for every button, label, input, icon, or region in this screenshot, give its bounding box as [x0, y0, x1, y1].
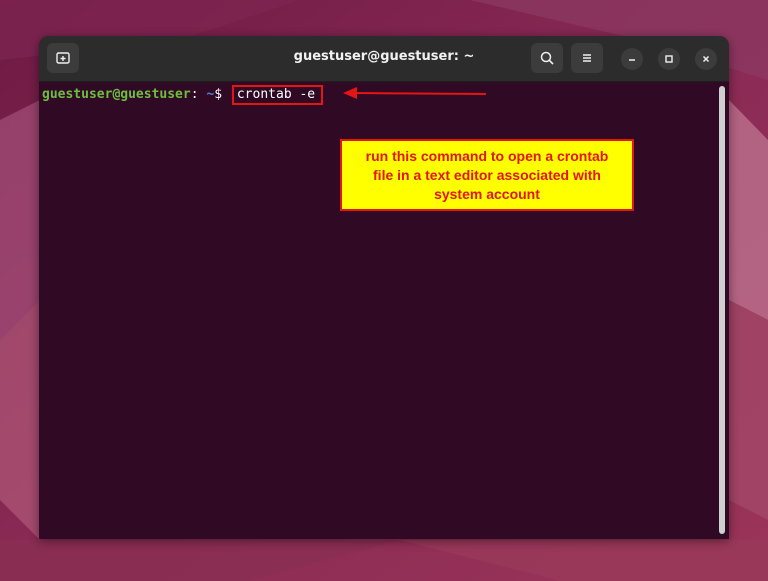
close-icon: [702, 55, 710, 63]
maximize-icon: [665, 55, 673, 63]
scrollbar[interactable]: [719, 86, 725, 534]
annotation-line: run this command to open a crontab: [365, 148, 609, 164]
hamburger-menu-icon: [583, 54, 591, 62]
menu-button[interactable]: [571, 43, 603, 73]
annotation-line: system account: [434, 186, 540, 202]
annotation-line: file in a text editor associated with: [373, 167, 601, 183]
close-button[interactable]: [695, 48, 717, 70]
prompt-symbol: $: [214, 87, 230, 102]
prompt-line: guestuser@guestuser: ~$ crontab -e: [42, 85, 324, 105]
prompt-user: guestuser@guestuser: [42, 87, 191, 102]
terminal-window: guestuser@guestuser: ~ guestuser@guestus…: [39, 36, 729, 539]
search-icon: [540, 51, 554, 65]
prompt-path: ~: [198, 87, 215, 102]
annotation-callout: run this command to open a crontab file …: [340, 139, 634, 211]
minimize-icon: [629, 59, 635, 61]
maximize-button[interactable]: [658, 48, 680, 70]
prompt-separator: :: [190, 87, 199, 102]
minimize-button[interactable]: [621, 48, 643, 70]
annotation-arrow: [343, 87, 487, 99]
command-text: crontab -e: [231, 85, 324, 105]
title-bar: guestuser@guestuser: ~: [39, 36, 729, 82]
search-button[interactable]: [531, 43, 563, 73]
